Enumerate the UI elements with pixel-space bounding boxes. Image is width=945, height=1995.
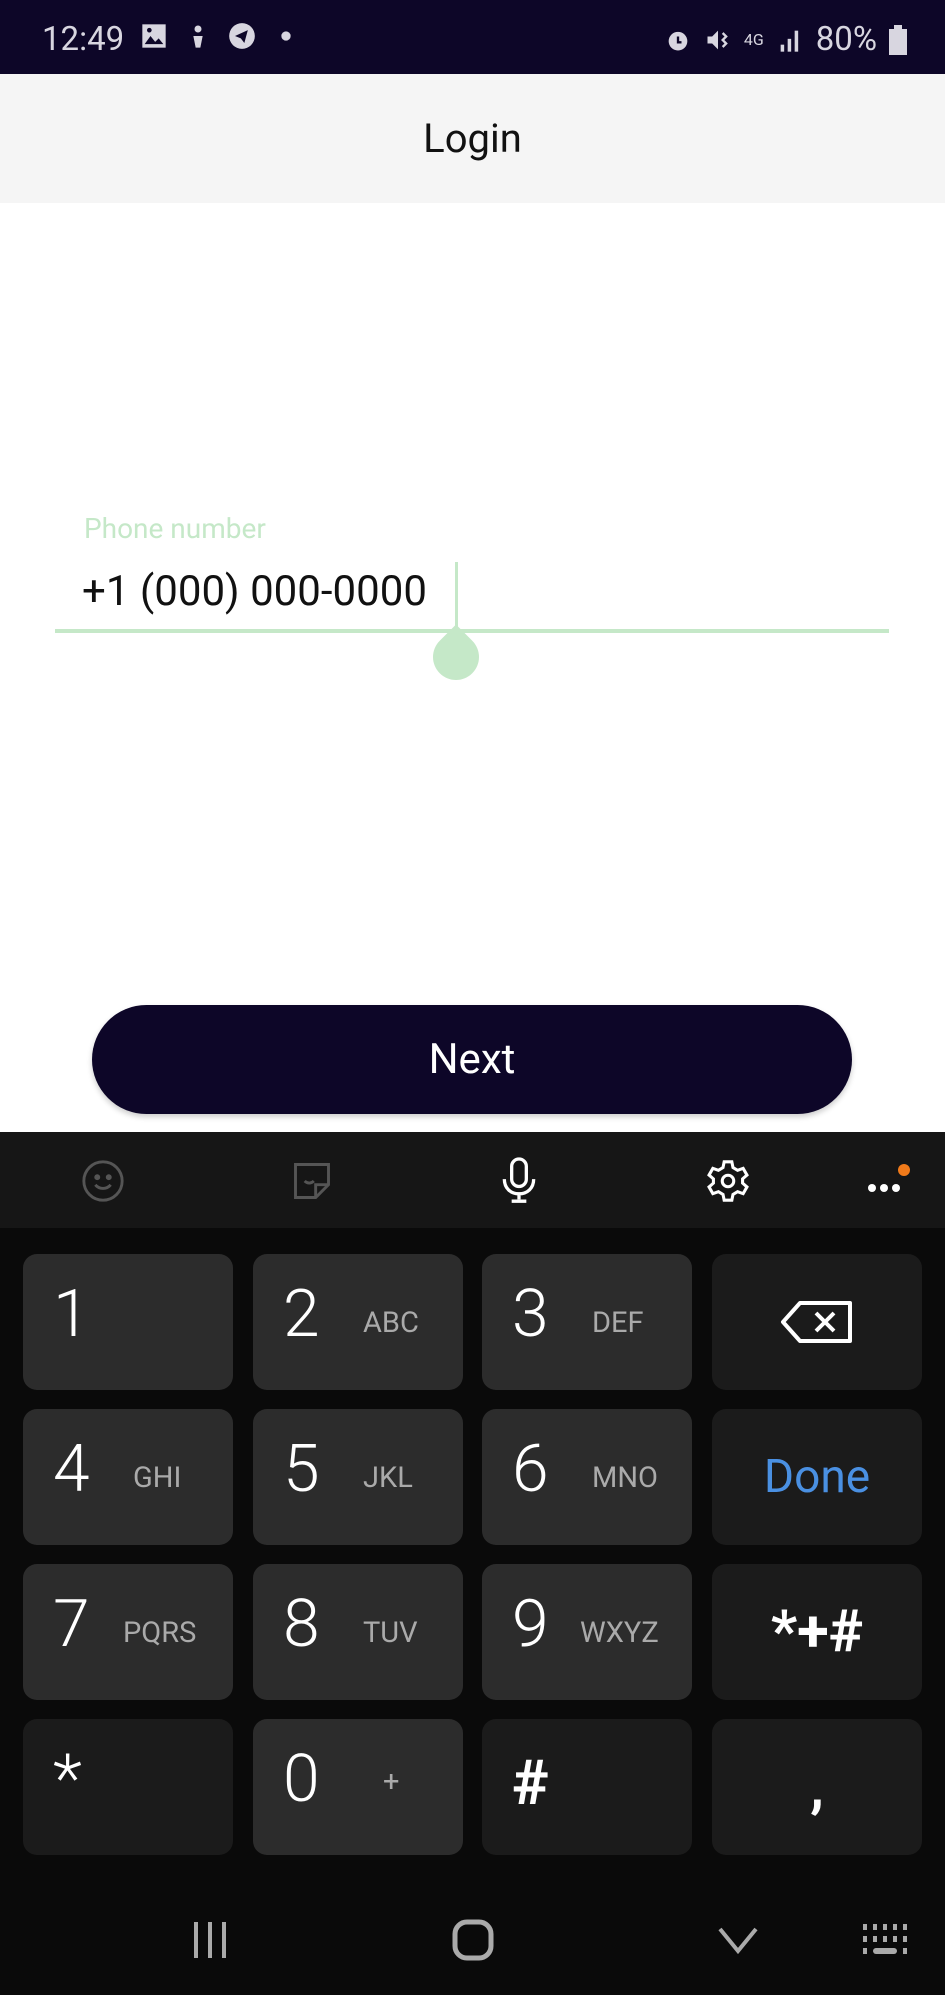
key-digit: 3 <box>512 1276 549 1353</box>
status-bar: 12:49 4G 80% <box>0 0 945 74</box>
key-digit: 7 <box>53 1586 90 1663</box>
key-6[interactable]: 6 MNO <box>482 1409 692 1545</box>
recents-icon[interactable] <box>180 1905 240 1975</box>
app-header: Login <box>0 74 945 203</box>
keyboard-toolbar <box>0 1132 945 1228</box>
keyboard: 1 2 ABC 3 DEF 4 GHI 5 JKL 6 MNO Done 7 PQRS 8 T… <box>0 1132 945 1995</box>
text-cursor <box>455 562 458 630</box>
phone-number-label: Phone number <box>84 512 266 545</box>
hash-label: # <box>512 1747 549 1820</box>
alarm-icon <box>668 31 688 50</box>
comma-label: , <box>810 1754 824 1820</box>
vibrate-icon <box>707 30 728 49</box>
key-digit: 2 <box>283 1276 320 1353</box>
gallery-icon <box>142 24 166 48</box>
key-1[interactable]: 1 <box>23 1254 233 1390</box>
key-5[interactable]: 5 JKL <box>253 1409 463 1545</box>
notification-icon <box>193 25 203 48</box>
more-icon[interactable] <box>862 1156 912 1206</box>
done-key[interactable]: Done <box>712 1409 922 1545</box>
key-digit: 4 <box>53 1431 90 1508</box>
key-letters: PQRS <box>123 1616 197 1650</box>
home-icon[interactable] <box>443 1905 503 1975</box>
key-digit: 5 <box>283 1431 320 1508</box>
settings-icon[interactable] <box>703 1156 753 1206</box>
key-digit: 9 <box>512 1586 549 1663</box>
backspace-icon <box>781 1301 852 1343</box>
comma-key[interactable]: , <box>712 1719 922 1855</box>
key-digit: 6 <box>512 1431 549 1508</box>
key-digit: 8 <box>283 1586 320 1663</box>
key-4[interactable]: 4 GHI <box>23 1409 233 1545</box>
phone-number-input[interactable]: +1 (000) 000-0000 <box>82 567 427 616</box>
microphone-icon[interactable] <box>494 1156 544 1206</box>
dot-icon <box>281 31 291 41</box>
keyboard-switch-icon[interactable] <box>855 1905 915 1975</box>
battery-icon <box>889 24 907 55</box>
key-0[interactable]: 0 + <box>253 1719 463 1855</box>
key-2[interactable]: 2 ABC <box>253 1254 463 1390</box>
key-digit: 0 <box>283 1741 320 1818</box>
key-letters: ABC <box>363 1306 419 1340</box>
key-letters: + <box>383 1765 400 1799</box>
key-letters: JKL <box>363 1461 413 1495</box>
status-time: 12:49 <box>42 20 125 59</box>
next-button[interactable]: Next <box>92 1005 852 1114</box>
key-letters: MNO <box>592 1461 658 1495</box>
key-digit: 1 <box>53 1276 90 1353</box>
cursor-handle[interactable] <box>423 624 489 690</box>
key-letters: WXYZ <box>580 1616 659 1650</box>
done-label: Done <box>763 1450 871 1504</box>
hash-key[interactable]: # <box>482 1719 692 1855</box>
phone-input-underline <box>55 629 889 633</box>
key-9[interactable]: 9 WXYZ <box>482 1564 692 1700</box>
signal-icon <box>780 30 798 52</box>
page-title: Login <box>423 115 522 162</box>
telegram-icon <box>229 23 255 49</box>
symbols-label: *+# <box>770 1598 864 1666</box>
key-7[interactable]: 7 PQRS <box>23 1564 233 1700</box>
emoji-icon[interactable] <box>78 1156 128 1206</box>
key-letters: GHI <box>133 1461 182 1495</box>
hide-keyboard-icon[interactable] <box>708 1905 768 1975</box>
battery-percent: 80% <box>815 20 877 59</box>
key-letters: DEF <box>592 1306 644 1340</box>
key-3[interactable]: 3 DEF <box>482 1254 692 1390</box>
key-8[interactable]: 8 TUV <box>253 1564 463 1700</box>
sticker-icon[interactable] <box>287 1156 337 1206</box>
4g-icon: 4G <box>743 29 764 49</box>
star-label: * <box>53 1739 82 1819</box>
key-letters: TUV <box>363 1616 418 1650</box>
symbols-key[interactable]: *+# <box>712 1564 922 1700</box>
star-key[interactable]: * <box>23 1719 233 1855</box>
backspace-key[interactable] <box>712 1254 922 1390</box>
